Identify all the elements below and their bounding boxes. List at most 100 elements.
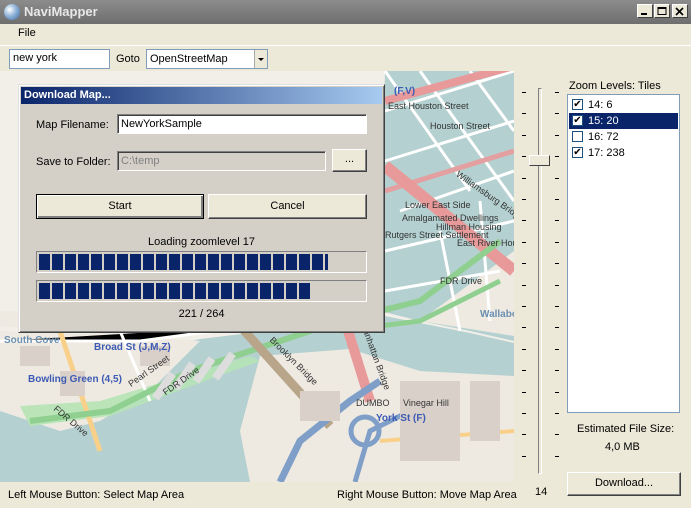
slider-tick: [555, 413, 559, 414]
progress-segment: [299, 283, 310, 299]
browse-folder-button[interactable]: ...: [332, 149, 367, 172]
map-label: Wallabout Bay: [480, 309, 514, 320]
start-button[interactable]: Start: [36, 194, 204, 219]
progress-segment: [182, 254, 193, 270]
close-icon: [675, 7, 684, 16]
slider-tick: [522, 113, 526, 115]
slider-tick: [522, 455, 526, 457]
progress-segment: [130, 283, 141, 299]
total-progress-fill: [39, 283, 311, 299]
menu-bar: File: [0, 24, 691, 44]
zoom-level-checkbox[interactable]: ✔: [572, 99, 583, 110]
progress-segment: [117, 254, 128, 270]
slider-tick: [522, 284, 526, 286]
title-bar: NaviMapper: [0, 0, 691, 24]
status-right-hint: Right Mouse Button: Move Map Area: [337, 489, 517, 501]
location-search-input[interactable]: new york: [9, 49, 110, 69]
slider-tick: [555, 241, 559, 243]
progress-segment: [247, 254, 258, 270]
progress-segment: [325, 254, 329, 270]
map-label: Broad St (J,M,Z): [94, 342, 171, 353]
progress-segment: [286, 254, 297, 270]
slider-tick: [522, 156, 526, 158]
progress-segment: [91, 283, 102, 299]
progress-segment: [143, 254, 154, 270]
slider-tick: [555, 177, 559, 179]
zoom-level-label: 14: 6: [588, 99, 613, 111]
close-button[interactable]: [672, 4, 688, 18]
slider-tick: [555, 263, 559, 265]
tile-count-text: 221 / 264: [178, 308, 225, 320]
zoom-level-row[interactable]: 16: 72: [569, 129, 678, 145]
estimated-size-label: Estimated File Size:: [577, 423, 675, 435]
zoom-level-row[interactable]: ✔ 14: 6: [569, 97, 678, 113]
window-title: NaviMapper: [24, 4, 98, 19]
zoom-level-checkbox[interactable]: [572, 131, 583, 142]
zoom-level-checkbox[interactable]: ✔: [572, 115, 583, 126]
progress-segment: [247, 283, 258, 299]
map-label: York St (F): [376, 413, 426, 424]
slider-tick: [555, 220, 559, 222]
slider-tick: [522, 134, 526, 136]
zoomlevel-progress-fill: [39, 254, 329, 270]
map-filename-input[interactable]: NewYorkSample: [117, 114, 367, 134]
download-button[interactable]: Download...: [567, 472, 681, 496]
total-progress-bar: [36, 280, 367, 302]
map-source-select[interactable]: OpenStreetMap: [146, 49, 268, 69]
slider-tick: [555, 391, 559, 393]
zoom-slider-thumb[interactable]: [529, 155, 550, 166]
save-folder-label: Save to Folder:: [36, 156, 111, 168]
progress-segment: [260, 254, 271, 270]
progress-segment: [130, 254, 141, 270]
minimize-icon: [641, 13, 647, 15]
progress-segment: [78, 254, 89, 270]
slider-tick: [522, 263, 526, 265]
progress-segment: [52, 283, 63, 299]
download-map-dialog: Download Map... Map Filename: NewYorkSam…: [18, 84, 385, 333]
zoom-level-row[interactable]: ✔ 17: 238: [569, 145, 678, 161]
progress-segment: [91, 254, 102, 270]
minimize-button[interactable]: [637, 4, 653, 18]
zoom-level-checkbox[interactable]: ✔: [572, 147, 583, 158]
slider-tick: [522, 92, 526, 93]
zoom-level-row[interactable]: ✔ 15: 20: [569, 113, 678, 129]
progress-segment: [39, 283, 50, 299]
slider-tick: [522, 327, 526, 329]
slider-tick: [522, 434, 526, 436]
slider-tick: [522, 241, 526, 243]
maximize-button[interactable]: [654, 4, 670, 18]
slider-tick: [555, 199, 559, 200]
goto-label: Goto: [116, 53, 140, 65]
menu-file[interactable]: File: [18, 27, 36, 39]
progress-segment: [104, 283, 115, 299]
slider-tick: [522, 348, 526, 350]
map-label: Lower East Side: [405, 200, 471, 210]
progress-segment: [208, 283, 219, 299]
zoom-level-label: 17: 238: [588, 147, 625, 159]
progress-segment: [65, 254, 76, 270]
progress-segment: [169, 283, 180, 299]
slider-tick: [522, 413, 526, 414]
cancel-button[interactable]: Cancel: [208, 194, 367, 219]
maximize-icon: [657, 7, 667, 15]
progress-segment: [234, 283, 245, 299]
zoom-slider-track[interactable]: [538, 88, 542, 474]
slider-tick: [555, 348, 559, 350]
slider-tick: [522, 199, 526, 200]
progress-segment: [182, 283, 193, 299]
slider-tick: [555, 455, 559, 457]
map-label: FDR Drive: [440, 276, 482, 286]
map-label: Vinegar Hill: [403, 398, 449, 408]
progress-segment: [286, 283, 297, 299]
progress-segment: [143, 283, 154, 299]
map-label: DUMBO: [356, 398, 390, 408]
dropdown-arrow-icon[interactable]: [254, 50, 267, 68]
slider-tick: [555, 327, 559, 329]
map-label: (F,V): [394, 86, 416, 97]
progress-segment: [273, 254, 284, 270]
zoom-levels-list[interactable]: ✔ 14: 6 ✔ 15: 20 16: 72 ✔ 17: 238: [567, 94, 680, 413]
slider-tick: [555, 284, 559, 286]
progress-segment: [195, 254, 206, 270]
progress-segment: [65, 283, 76, 299]
progress-segment: [117, 283, 128, 299]
